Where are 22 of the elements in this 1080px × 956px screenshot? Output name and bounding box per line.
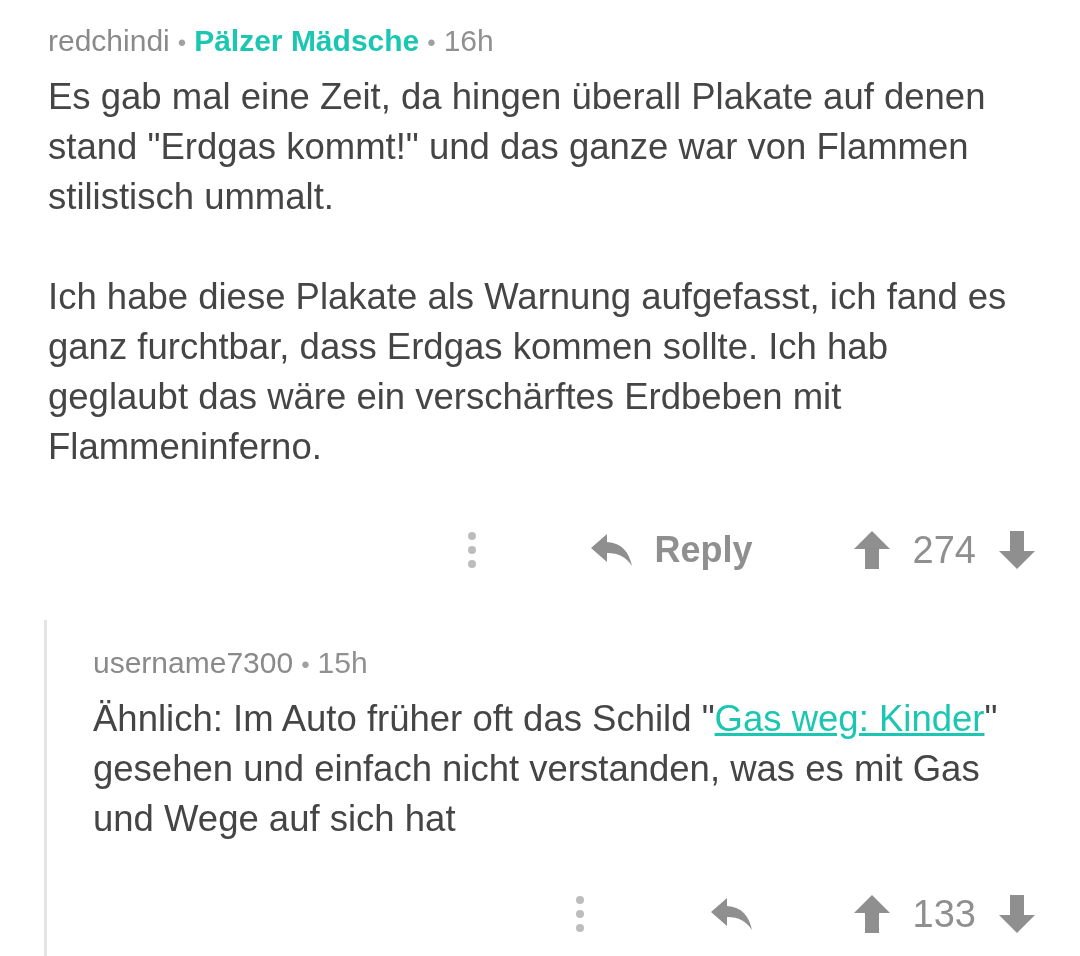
link[interactable]: Gas weg: Kinder — [714, 698, 985, 739]
upvote-icon[interactable] — [852, 530, 891, 570]
separator-dot: • — [427, 29, 436, 57]
separator-dot: • — [301, 651, 310, 679]
upvote-icon[interactable] — [852, 894, 891, 934]
reply-button[interactable] — [710, 896, 753, 932]
downvote-icon[interactable] — [998, 894, 1036, 934]
vote-score: 133 — [912, 892, 976, 936]
comment-text: Ich habe diese Plakate als Warnung aufgefasst, ich fand es ganz furchtbar, dass Erdgas kommen sollte. Ich hab geglaubt das wäre ein verschärftes Erdbeben mit Flammeninferno. — [48, 275, 1008, 469]
comment-text: Es gab mal eine Zeit, da hingen überall Plakate auf denen stand "Erdgas kommt!" und das ganze war von Flammen stilistisch ummalt. — [48, 75, 987, 219]
reply-icon — [710, 896, 753, 932]
comment-text: Ähnlich: Im Auto früher oft das Schild "Gas weg: Kinder" gesehen und einfach nicht verstanden, was es mit Gas und Wege auf sich hat — [93, 697, 999, 841]
reply-button[interactable]: Reply — [590, 529, 753, 571]
user-flair: Pälzer Mädsche — [194, 24, 420, 58]
separator-dot: • — [177, 29, 187, 57]
timestamp: 15h — [317, 646, 368, 680]
reply-icon — [590, 532, 633, 568]
vote-score: 274 — [912, 528, 976, 572]
timestamp: 16h — [443, 24, 494, 58]
downvote-icon[interactable] — [998, 530, 1036, 570]
username[interactable]: redchindi — [48, 24, 170, 58]
username[interactable]: username7300 — [93, 646, 294, 680]
